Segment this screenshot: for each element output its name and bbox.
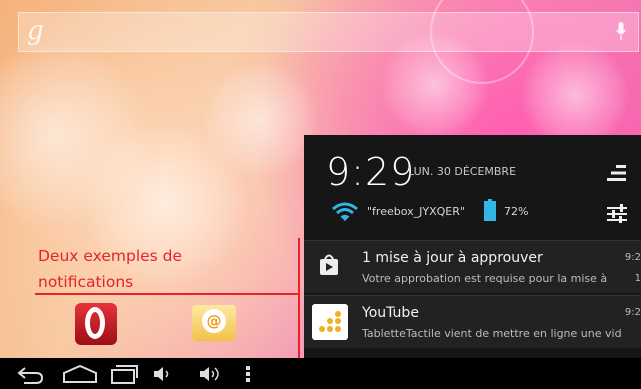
notification-item[interactable]: 1 mise à jour à approuver Votre approbat… — [304, 240, 641, 293]
google-icon[interactable]: g — [27, 16, 44, 46]
clock-time: 9:29 — [326, 150, 416, 194]
notification-title: YouTube — [362, 305, 419, 321]
email-app-icon[interactable]: @ — [192, 305, 236, 341]
youtube-app-icon — [312, 304, 348, 340]
play-store-icon — [320, 254, 338, 275]
back-icon[interactable] — [16, 364, 44, 384]
clock-date: LUN. 30 DÉCEMBRE — [408, 165, 517, 178]
clear-notifications-icon[interactable] — [607, 163, 627, 183]
battery-level: 72% — [504, 205, 529, 218]
notification-title: 1 mise à jour à approuver — [362, 250, 543, 266]
annotation-line2: notifications — [38, 273, 134, 291]
volume-down-icon[interactable] — [152, 364, 174, 384]
notification-shade[interactable]: 9:29 LUN. 30 DÉCEMBRE "freebox_JYXQER" 7… — [304, 135, 641, 358]
wifi-icon — [332, 202, 358, 221]
notification-item[interactable]: YouTube TabletteTactile vient de mettre … — [304, 295, 641, 348]
home-screen: g Deux exemples de notifications @ 9:29 … — [0, 0, 641, 389]
notification-count: 1 — [634, 273, 641, 284]
at-sign-icon: @ — [202, 309, 226, 333]
notification-subtitle: Votre approbation est requise pour la mi… — [362, 272, 608, 285]
app-dock: @ — [0, 295, 300, 355]
network-name: "freebox_JYXQER" — [367, 205, 465, 218]
notification-subtitle: TabletteTactile vient de mettre en ligne… — [362, 327, 622, 340]
recents-icon[interactable] — [110, 364, 138, 384]
annotation-line1: Deux exemples de — [38, 247, 183, 265]
wallpaper-bubble — [520, 40, 630, 150]
wallpaper-bubble — [200, 60, 320, 180]
menu-icon[interactable] — [244, 364, 252, 384]
battery-icon — [484, 199, 496, 221]
volume-up-icon[interactable] — [198, 364, 224, 384]
notification-time: 9:2 — [624, 307, 641, 318]
navigation-bar — [0, 358, 641, 389]
home-icon[interactable] — [62, 364, 98, 384]
google-search-bar[interactable]: g — [18, 12, 639, 52]
annotation-text: Deux exemples de notifications — [38, 243, 182, 295]
mic-icon[interactable] — [616, 22, 626, 42]
quick-settings-icon[interactable] — [607, 203, 627, 223]
opera-app-icon[interactable] — [75, 303, 117, 345]
notification-time: 9:2 — [624, 252, 641, 263]
opera-logo — [85, 307, 105, 339]
